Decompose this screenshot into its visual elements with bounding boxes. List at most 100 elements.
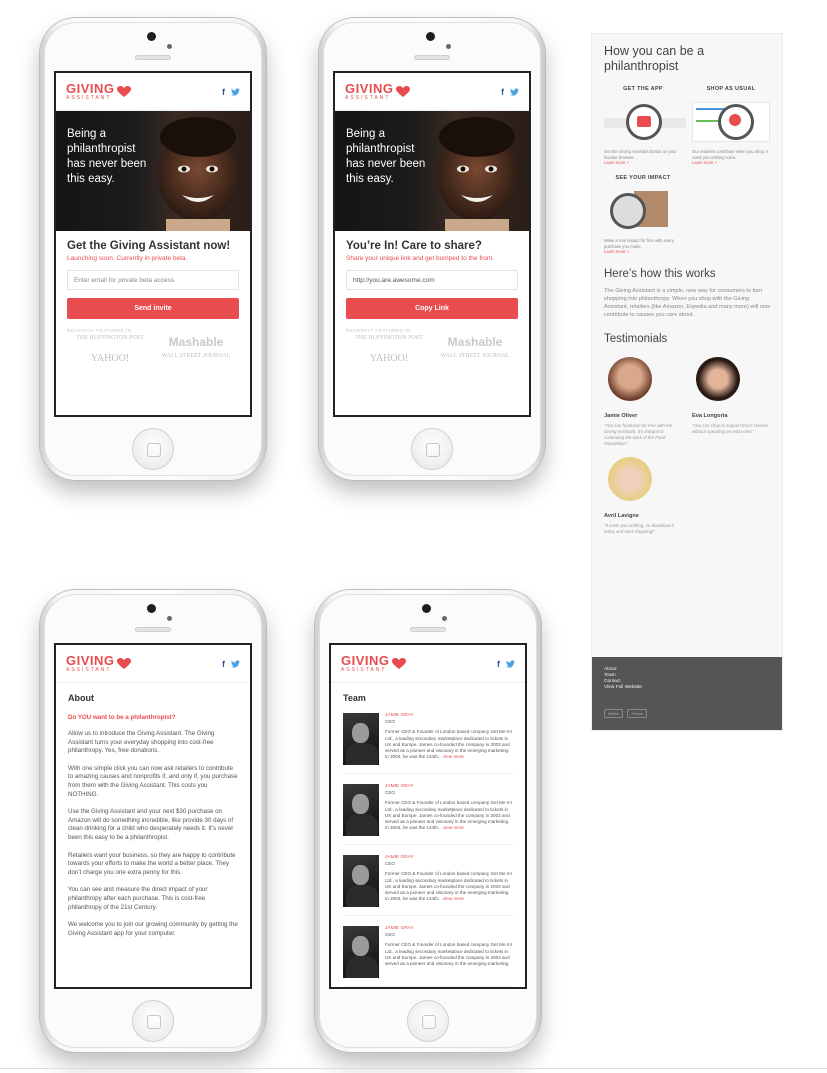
landing-page-preview: How you can be a philanthropist GET THE … — [591, 33, 783, 731]
huffington-post-logo: THE HUFFINGTON POST — [76, 335, 144, 341]
yahoo-logo: YAHOO! — [369, 353, 409, 364]
footer-badges: Mobile Secure — [604, 709, 770, 718]
yahoo-logo: YAHOO! — [90, 353, 130, 364]
member-role: CEO — [385, 861, 395, 867]
app-header: GIVING ASSISTANT f — [335, 73, 529, 111]
testimonial-name: Eva Longoria — [692, 413, 728, 419]
step-title: SHOP AS USUAL — [706, 86, 756, 92]
learn-more-link[interactable]: Learn more » — [604, 160, 682, 165]
logo-subword: ASSISTANT — [341, 667, 387, 673]
phone-speaker — [410, 627, 446, 632]
about-paragraph: We welcome you to join our growing commu… — [68, 921, 238, 937]
team-member: JAMIE GRAY CEO Former CEO & Founder of L… — [343, 713, 513, 774]
huffington-post-logo: THE HUFFINGTON POST — [355, 335, 423, 341]
facebook-icon[interactable]: f — [497, 659, 500, 669]
hero-banner: Being a philanthropist has never been th… — [335, 111, 529, 231]
team-member: JAMIE GRAY CEO Former CEO & Founder of L… — [343, 784, 513, 845]
send-invite-button[interactable]: Send invite — [67, 298, 239, 319]
about-title: About — [68, 693, 94, 703]
step-text: Get the Giving Assistant button on your … — [604, 149, 677, 160]
email-field[interactable]: Enter email for private beta access — [67, 270, 239, 290]
phone-speaker — [135, 55, 171, 60]
steps-grid: GET THE APP Get the Giving Assistant but… — [604, 86, 770, 254]
facebook-icon[interactable]: f — [501, 87, 504, 97]
phone-mockup-share: GIVING ASSISTANT f Being a philanthropis… — [319, 18, 545, 480]
phone-screen: GIVING ASSISTANT f Being a philanthropis… — [333, 71, 531, 417]
how-it-works-body: The Giving Assistant is a simple, new wa… — [604, 288, 771, 318]
facebook-icon[interactable]: f — [222, 87, 225, 97]
home-button[interactable] — [132, 428, 174, 470]
phone-screen: GIVING ASSISTANT f About Do YOU want to … — [54, 643, 252, 989]
twitter-icon[interactable] — [231, 659, 240, 668]
about-paragraph: Allow us to introduce the Giving Assista… — [68, 730, 215, 755]
twitter-icon[interactable] — [510, 87, 519, 96]
mobile-badge: Mobile — [604, 709, 624, 718]
team-member: JAMIE GRAY CEO Former CEO & Founder of L… — [343, 926, 513, 987]
press-logos: THE HUFFINGTON POST Mashable YAHOO! WALL… — [346, 335, 518, 364]
social-links: f — [222, 659, 240, 669]
phone-screen: GIVING ASSISTANT f Team JAMIE GRAY CEO F… — [329, 643, 527, 989]
phone-speaker — [135, 627, 171, 632]
logo-word: GIVING — [345, 81, 394, 96]
member-role: CEO — [385, 932, 395, 938]
phone-sensor — [166, 44, 172, 49]
social-links: f — [501, 87, 519, 97]
giving-assistant-logo[interactable]: GIVING ASSISTANT — [66, 82, 131, 101]
team-section: Team JAMIE GRAY CEO Former CEO & Founder… — [331, 683, 525, 987]
featured-label: RECENTLY FEATURED IN — [67, 328, 132, 333]
home-button[interactable] — [407, 1000, 449, 1042]
logo-subword: ASSISTANT — [66, 95, 112, 101]
giving-assistant-logo[interactable]: GIVING ASSISTANT — [341, 654, 406, 673]
step-text: Our retailers contribute when you shop. … — [692, 149, 769, 160]
logo-word: GIVING — [341, 653, 390, 668]
share-heading: You’re In! Care to share? — [346, 240, 482, 252]
team-title: Team — [343, 693, 366, 703]
how-to-title: How you can be a philanthropist — [604, 44, 705, 73]
step-title: GET THE APP — [623, 86, 663, 92]
impact-illustration — [604, 189, 682, 233]
view-more-link[interactable]: view more — [443, 896, 464, 901]
app-header: GIVING ASSISTANT f — [56, 73, 250, 111]
member-bio: Former CEO & Founder of London based com… — [385, 942, 512, 967]
featured-label: RECENTLY FEATURED IN — [346, 328, 411, 333]
footer: About Team Contact View Full Website Mob… — [592, 657, 782, 730]
facebook-icon[interactable]: f — [222, 659, 225, 669]
copy-link-button[interactable]: Copy Link — [346, 298, 518, 319]
smiling-child-photo — [158, 117, 238, 231]
heart-icon — [116, 657, 131, 669]
phone-mockup-about: GIVING ASSISTANT f About Do YOU want to … — [40, 590, 266, 1052]
phone-camera — [426, 32, 435, 41]
learn-more-link[interactable]: Learn more » — [692, 160, 770, 165]
share-link-field[interactable]: http://you.are.awesome.com — [346, 270, 518, 290]
home-button[interactable] — [132, 1000, 174, 1042]
signup-subheading: Launching soon. Currently in private bet… — [67, 255, 188, 262]
phone-mockup-team: GIVING ASSISTANT f Team JAMIE GRAY CEO F… — [315, 590, 541, 1052]
footer-link-full-website[interactable]: View Full Website — [604, 685, 770, 691]
learn-more-link[interactable]: Learn more » — [604, 249, 682, 254]
view-more-link[interactable]: view more — [443, 825, 464, 830]
member-role: CEO — [385, 719, 395, 725]
twitter-icon[interactable] — [506, 659, 515, 668]
twitter-icon[interactable] — [231, 87, 240, 96]
secure-badge: Secure — [627, 709, 648, 718]
app-header: GIVING ASSISTANT f — [56, 645, 250, 683]
heart-icon — [395, 85, 410, 97]
view-more-link[interactable]: view more — [443, 754, 464, 759]
team-member-photo — [343, 926, 379, 978]
step-see-your-impact: SEE YOUR IMPACT Make a real impact for f… — [604, 175, 682, 254]
phone-screen: GIVING ASSISTANT f Being a philanthropis… — [54, 71, 252, 417]
logo-word: GIVING — [66, 653, 115, 668]
logo-subword: ASSISTANT — [66, 667, 112, 673]
wall-street-journal-logo: WALL STREET JOURNAL — [440, 353, 510, 359]
mashable-logo: Mashable — [168, 335, 224, 349]
step-get-the-app: GET THE APP Get the Giving Assistant but… — [604, 86, 686, 165]
testimonial-quote: “You can shop to support Eva’s Heroes wi… — [692, 423, 769, 434]
social-links: f — [222, 87, 240, 97]
smiling-child-photo — [437, 117, 517, 231]
mashable-logo: Mashable — [447, 335, 503, 349]
testimonial-name: Avril Lavigne — [604, 513, 639, 519]
home-button[interactable] — [411, 428, 453, 470]
giving-assistant-logo[interactable]: GIVING ASSISTANT — [66, 654, 131, 673]
giving-assistant-logo[interactable]: GIVING ASSISTANT — [345, 82, 410, 101]
about-question: Do YOU want to be a philanthropist? — [68, 714, 176, 721]
